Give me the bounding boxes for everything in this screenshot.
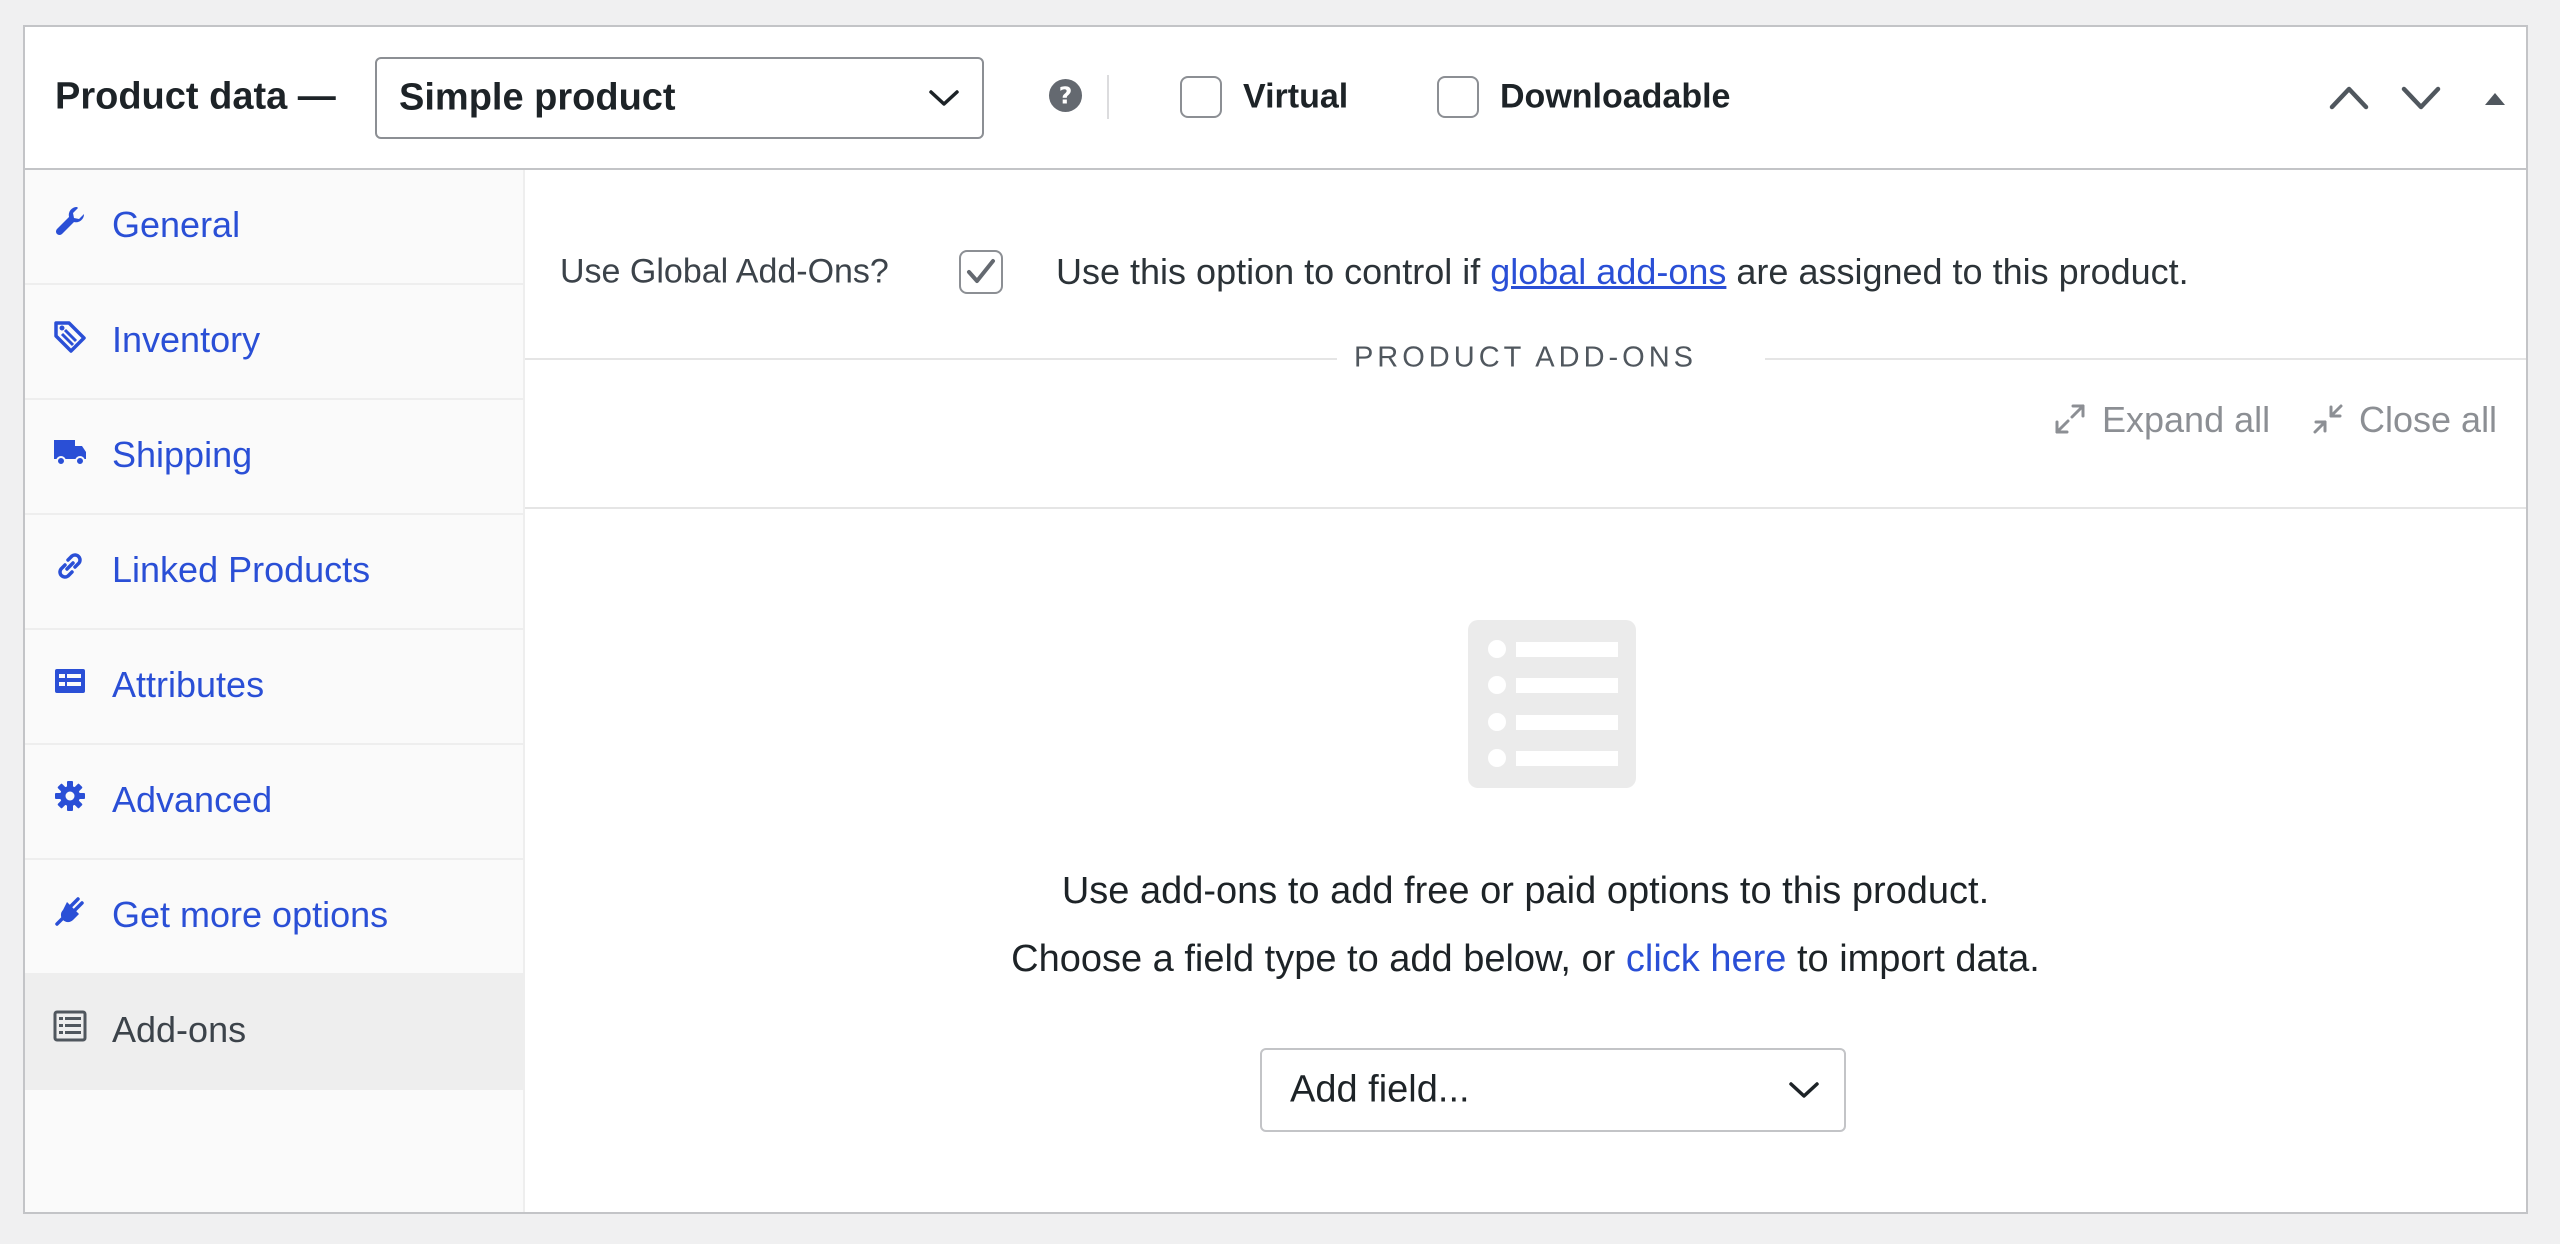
tag-icon [53,319,87,353]
empty-state-instructions: Choose a field type to add below, or cli… [525,938,2526,981]
description-text: Use this option to control if [1056,251,1490,292]
tab-general[interactable]: General [25,170,523,285]
help-circle-icon[interactable]: ? [1048,78,1083,113]
virtual-label: Virtual [1243,78,1348,117]
tab-shipping[interactable]: Shipping [25,400,523,515]
downloadable-checkbox[interactable] [1437,76,1479,118]
gear-icon [53,779,87,813]
instruction-text: to import data. [1786,938,2039,980]
close-all-button[interactable]: Close all [2359,399,2497,441]
header-divider [525,507,2526,509]
list-icon [53,1009,87,1043]
svg-text:?: ? [1059,81,1073,109]
tab-inventory[interactable]: Inventory [25,285,523,400]
wrench-icon [53,204,87,238]
list-placeholder-icon [1468,620,1636,788]
expand-icon[interactable] [2053,402,2087,436]
description-text: are assigned to this product. [1726,251,2188,292]
tab-label: Get more options [112,894,388,936]
add-field-select[interactable]: Add field... [1260,1048,1846,1132]
tab-get-more-options[interactable]: Get more options [25,860,523,975]
truck-icon [53,434,87,468]
import-data-link[interactable]: click here [1626,938,1787,980]
tab-label: Add-ons [112,1009,246,1051]
collapse-triangle-icon[interactable] [2473,77,2517,117]
tab-linked-products[interactable]: Linked Products [25,515,523,630]
global-add-ons-link[interactable]: global add-ons [1490,251,1726,292]
tab-label: Linked Products [112,549,370,591]
checkmark-icon [959,250,1003,294]
empty-state-message: Use add-ons to add free or paid options … [525,870,2526,913]
virtual-checkbox[interactable] [1180,76,1222,118]
tab-add-ons[interactable]: Add-ons [25,975,523,1090]
product-data-tabs: General Inventory Shipping [25,170,525,1212]
header-separator [1107,75,1109,119]
tab-advanced[interactable]: Advanced [25,745,523,860]
collapse-icon[interactable] [2311,402,2345,436]
tab-label: Inventory [112,319,260,361]
add-ons-panel: Use Global Add-Ons? Use this option to c… [525,170,2526,1212]
tab-label: Attributes [112,664,264,706]
tab-label: Advanced [112,779,272,821]
product-data-panel: Product data — Simple product ? Virtual … [23,25,2528,1214]
product-type-value: Simple product [399,77,676,120]
product-type-select[interactable]: Simple product [375,57,984,139]
plugin-icon [53,894,87,928]
global-add-ons-checkbox[interactable] [959,250,1003,294]
tab-label: General [112,204,240,246]
link-icon [53,549,87,583]
list-card-icon [53,664,87,698]
downloadable-label: Downloadable [1500,78,1730,117]
move-down-chevron-icon[interactable] [2399,77,2443,117]
move-up-chevron-icon[interactable] [2327,77,2371,117]
chevron-down-icon [928,88,960,108]
global-add-ons-label: Use Global Add-Ons? [560,253,889,292]
tab-label: Shipping [112,434,252,476]
panel-title: Product data — [55,76,336,119]
expand-all-button[interactable]: Expand all [2102,399,2270,441]
panel-header: Product data — Simple product ? Virtual … [25,27,2526,170]
instruction-text: Choose a field type to add below, or [1011,938,1626,980]
add-field-value: Add field... [1290,1069,1470,1112]
chevron-down-icon [1788,1080,1820,1100]
section-title: PRODUCT ADD-ONS [525,342,2526,375]
tab-attributes[interactable]: Attributes [25,630,523,745]
global-add-ons-description: Use this option to control if global add… [1056,251,2189,293]
